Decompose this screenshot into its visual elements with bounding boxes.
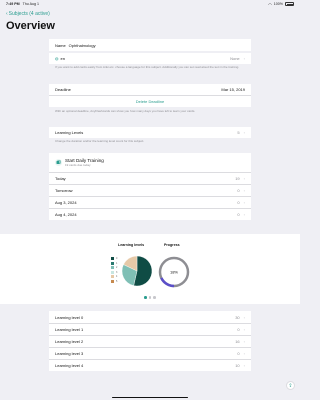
- level-count: 30: [235, 314, 240, 320]
- progress-percent-label: 18%: [170, 269, 178, 274]
- chevron-right-icon: ›: [243, 56, 245, 61]
- name-card: Name Ophthalmology: [49, 39, 251, 51]
- training-card: Start Daily Training 19 cards due today …: [49, 153, 251, 220]
- language-code: en: [60, 56, 65, 61]
- back-button[interactable]: ‹ Subjects (4 active): [6, 11, 50, 17]
- schedule-row[interactable]: Tomorrow 0 ›: [49, 184, 251, 196]
- level-label: Learning level 1: [55, 327, 84, 332]
- deadline-note: With an optional deadline, AnyFlashcards…: [55, 109, 196, 113]
- language-row[interactable]: ◍ en None ›: [49, 53, 251, 64]
- training-text: Start Daily Training 19 cards due today: [65, 158, 104, 168]
- chevron-right-icon: ›: [243, 200, 245, 205]
- learning-levels-row[interactable]: Learning Levels 5 ›: [49, 127, 251, 138]
- level-row[interactable]: Learning level 0 30 ›: [49, 311, 251, 323]
- chevron-right-icon: ›: [243, 327, 245, 332]
- schedule-count: 0: [237, 200, 240, 205]
- language-card: ◍ en None ›: [49, 53, 251, 64]
- chevron-left-icon: ‹: [6, 11, 8, 17]
- page-indicator[interactable]: [144, 296, 156, 299]
- page-dot[interactable]: [148, 296, 151, 299]
- status-day: Thu Aug 1: [22, 2, 39, 6]
- learning-levels-pie: [121, 255, 153, 287]
- page-dot[interactable]: [153, 296, 156, 299]
- schedule-row[interactable]: Aug 3, 2024 0 ›: [49, 196, 251, 208]
- learning-levels-value: 5: [237, 130, 240, 135]
- chevron-right-icon: ›: [243, 314, 245, 320]
- share-icon: ⇪: [288, 382, 293, 389]
- battery-icon: [285, 2, 294, 6]
- chevron-right-icon: ›: [243, 176, 245, 181]
- chevron-right-icon: ›: [243, 188, 245, 193]
- deadline-row[interactable]: Deadline Mar 15, 2019: [49, 84, 251, 95]
- deadline-card: Deadline Mar 15, 2019 Delete Deadline: [49, 84, 251, 107]
- level-row[interactable]: Learning level 4 10 ›: [49, 359, 251, 371]
- deadline-value: Mar 15, 2019: [221, 87, 245, 92]
- schedule-label: Tomorrow: [55, 188, 73, 193]
- chevron-right-icon: ›: [243, 339, 245, 344]
- chevron-right-icon: ›: [243, 130, 245, 135]
- schedule-label: Aug 3, 2024: [55, 200, 77, 205]
- language-note: If you want to add cards easily from Ank…: [55, 65, 240, 69]
- status-time: 7:49 PM: [6, 2, 20, 6]
- wifi-icon: ◠: [268, 1, 272, 7]
- cards-icon: [55, 159, 62, 166]
- level-row[interactable]: Learning level 1 0 ›: [49, 323, 251, 335]
- level-label: Learning level 2: [55, 339, 84, 344]
- level-count: 10: [235, 363, 240, 368]
- training-title: Start Daily Training: [65, 157, 104, 163]
- level-label: Learning level 3: [55, 351, 84, 356]
- level-count: 0: [237, 351, 240, 356]
- level-label: Learning level 0: [55, 314, 84, 320]
- status-right: ◠ 100%: [268, 2, 294, 7]
- start-training-row[interactable]: Start Daily Training 19 cards due today: [49, 153, 251, 172]
- schedule-label: Today: [55, 176, 66, 181]
- name-label: Name: [55, 42, 66, 48]
- back-label: Subjects (4 active): [8, 11, 50, 17]
- learning-levels-note: Change the duration and/or the learning …: [55, 139, 145, 143]
- name-row[interactable]: Name Ophthalmology: [49, 39, 251, 51]
- schedule-count: 0: [237, 188, 240, 193]
- status-left: 7:49 PM Thu Aug 1: [6, 2, 39, 6]
- schedule-count: 0: [237, 212, 240, 217]
- schedule-row[interactable]: Aug 4, 2024 0 ›: [49, 208, 251, 220]
- delete-deadline-row[interactable]: Delete Deadline: [49, 95, 251, 107]
- share-button[interactable]: ⇪: [286, 381, 295, 390]
- delete-deadline-button[interactable]: Delete Deadline: [55, 99, 245, 104]
- charts-svg: 18%: [121, 255, 190, 288]
- name-field[interactable]: Ophthalmology: [69, 43, 96, 48]
- chevron-right-icon: ›: [243, 351, 245, 356]
- schedule-label: Aug 4, 2024: [55, 212, 77, 217]
- globe-icon: ◍: [55, 56, 59, 61]
- charts-panel[interactable]: Learning levels Progress 012345 18%: [0, 234, 300, 304]
- learning-levels-label: Learning Levels: [55, 130, 84, 135]
- learning-levels-card: Learning Levels 5 ›: [49, 127, 251, 138]
- levels-list-card: Learning level 0 30 › Learning level 1 0…: [49, 311, 251, 371]
- level-label: Learning level 4: [55, 363, 84, 368]
- page-title: Overview: [6, 20, 55, 32]
- level-count: 16: [235, 339, 240, 344]
- status-bar: 7:49 PM Thu Aug 1 ◠ 100%: [0, 0, 300, 8]
- battery-percent: 100%: [273, 2, 283, 6]
- language-value: None: [230, 56, 240, 61]
- level-row[interactable]: Learning level 2 16 ›: [49, 335, 251, 347]
- deadline-label: Deadline: [55, 87, 71, 92]
- training-subtitle: 19 cards due today: [65, 163, 91, 168]
- schedule-count: 19: [235, 176, 240, 181]
- chevron-right-icon: ›: [243, 212, 245, 217]
- home-indicator: [112, 396, 188, 398]
- schedule-row[interactable]: Today 19 ›: [49, 172, 251, 184]
- page-dot[interactable]: [144, 296, 147, 299]
- level-row[interactable]: Learning level 3 0 ›: [49, 347, 251, 359]
- chevron-right-icon: ›: [243, 363, 245, 368]
- level-count: 0: [237, 327, 240, 332]
